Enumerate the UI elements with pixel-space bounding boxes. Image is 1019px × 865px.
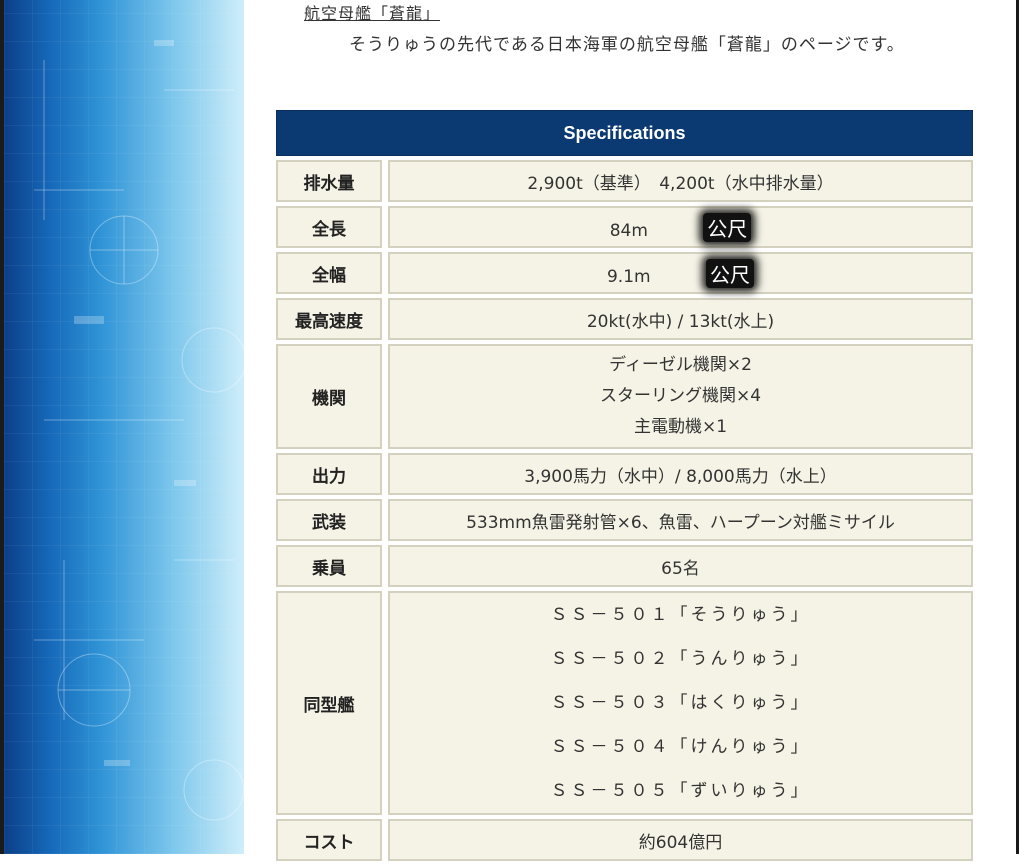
length-value: 84m [609,220,648,241]
row-value: ＳＳ－５０１「そうりゅう」 ＳＳ－５０２「うんりゅう」 ＳＳ－５０３「はくりゅう… [388,591,973,815]
sister-ship: ＳＳ－５０１「そうりゅう」 [550,605,811,625]
row-label: 全幅 [276,252,382,294]
page-description: そうりゅうの先代である日本海軍の航空母艦「蒼龍」のページです。 [349,35,905,55]
sidebar-background [4,0,244,854]
specifications-table: Specifications 排水量 2,900t（基準） 4,200t（水中排… [276,106,973,865]
table-row: 機関 ディーゼル機関×2 スターリング機関×4 主電動機×1 [276,344,973,449]
table-row: 出力 3,900馬力（水中）/ 8,000馬力（水上） [276,453,973,495]
sister-ship: ＳＳ－５０４「けんりゅう」 [550,737,811,757]
sister-ship: ＳＳ－５０５「ずいりゅう」 [550,781,811,801]
engine-line: ディーゼル機関×2 [609,355,752,375]
row-value: 84m 公尺 [388,206,973,248]
table-row: 同型艦 ＳＳ－５０１「そうりゅう」 ＳＳ－５０２「うんりゅう」 ＳＳ－５０３「は… [276,591,973,815]
row-value: ディーゼル機関×2 スターリング機関×4 主電動機×1 [388,344,973,449]
row-label: 最高速度 [276,298,382,340]
table-row: 武装 533mm魚雷発射管×6、魚雷、ハープーン対艦ミサイル [276,499,973,541]
row-value: 9.1m 公尺 [388,252,973,294]
sister-ship: ＳＳ－５０２「うんりゅう」 [550,649,811,669]
row-label: 武装 [276,499,382,541]
row-value: 3,900馬力（水中）/ 8,000馬力（水上） [388,453,973,495]
soryu-carrier-link[interactable]: 航空母艦「蒼龍」 [304,0,440,24]
engine-line: スターリング機関×4 [599,386,762,406]
row-label: 機関 [276,344,382,449]
table-row: 乗員 65名 [276,545,973,587]
unit-badge: 公尺 [706,258,754,288]
circuit-decoration [34,40,244,821]
table-row: 排水量 2,900t（基準） 4,200t（水中排水量） [276,160,973,202]
table-row: 最高速度 20kt(水中) / 13kt(水上) [276,298,973,340]
row-value: 533mm魚雷発射管×6、魚雷、ハープーン対艦ミサイル [388,499,973,541]
row-label: 乗員 [276,545,382,587]
row-value: 65名 [388,545,973,587]
engine-line: 主電動機×1 [633,417,728,437]
beam-value: 9.1m [606,266,651,287]
sister-ship: ＳＳ－５０３「はくりゅう」 [550,693,811,713]
main-content: 航空母艦「蒼龍」 そうりゅうの先代である日本海軍の航空母艦「蒼龍」のページです。… [244,0,1016,861]
table-row: コスト 約604億円 [276,819,973,861]
row-label: 全長 [276,206,382,248]
row-value: 2,900t（基準） 4,200t（水中排水量） [388,160,973,202]
table-row: 全長 84m 公尺 [276,206,973,248]
table-row: 全幅 9.1m 公尺 [276,252,973,294]
row-value: 20kt(水中) / 13kt(水上) [388,298,973,340]
unit-badge: 公尺 [703,212,752,242]
table-title: Specifications [276,110,973,156]
row-label: 排水量 [276,160,382,202]
row-label: 同型艦 [276,591,382,815]
row-label: コスト [276,819,382,861]
row-value: 約604億円 [388,819,973,861]
row-label: 出力 [276,453,382,495]
